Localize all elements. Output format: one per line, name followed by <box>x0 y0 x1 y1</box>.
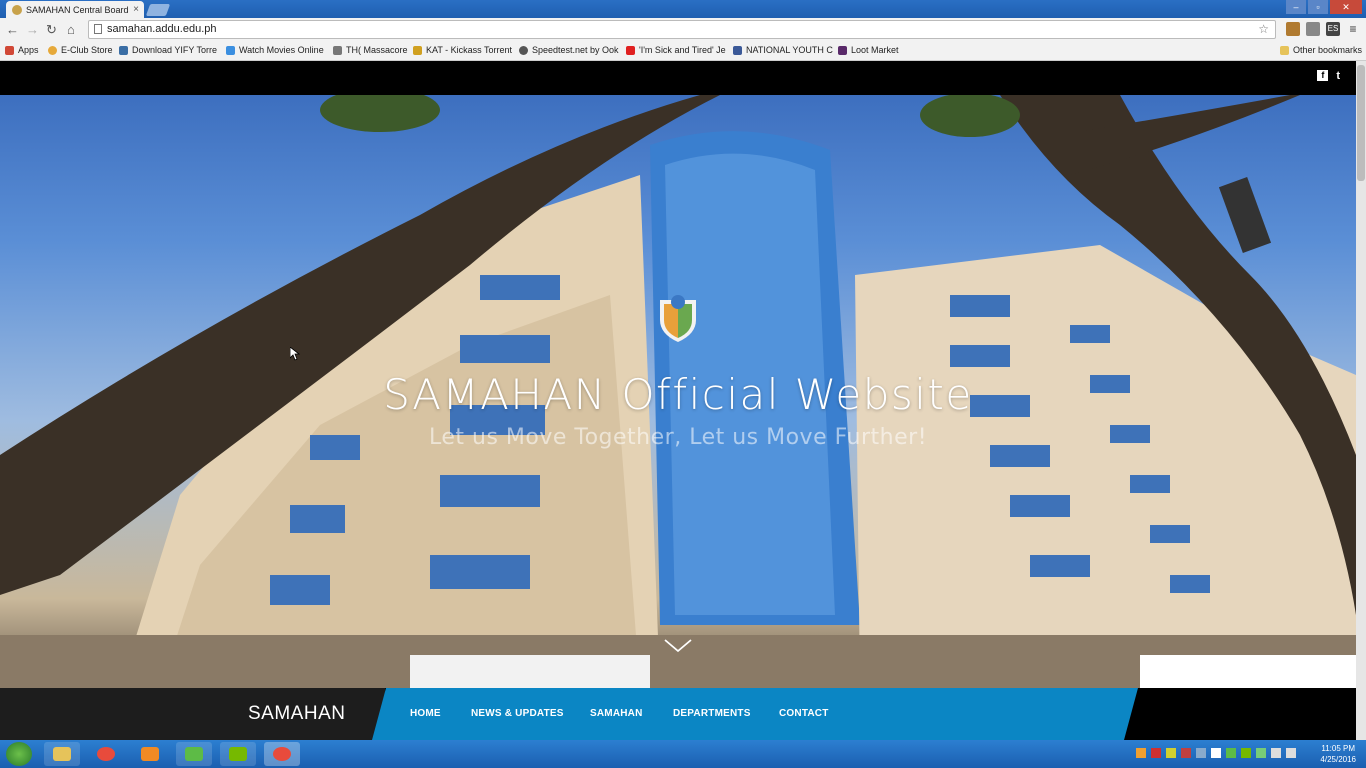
address-bar[interactable]: samahan.addu.edu.ph ☆ <box>88 20 1276 39</box>
chevron-down-icon[interactable] <box>663 638 693 654</box>
brand-box: SAMAHAN <box>0 688 385 740</box>
folder-icon <box>53 747 71 761</box>
hero-banner: SAMAHAN Official Website Let us Move Tog… <box>0 95 1356 688</box>
tray-icon[interactable] <box>1181 748 1191 758</box>
home-icon[interactable]: ⌂ <box>67 22 75 37</box>
hero-subtitle: Let us Move Together, Let us Move Furthe… <box>428 425 928 450</box>
bookmark-item[interactable]: E-Club Store <box>48 45 113 55</box>
bookmark-item[interactable]: Download YIFY Torre <box>119 45 217 55</box>
bookmark-favicon-icon <box>333 45 342 55</box>
mouse-cursor-icon <box>290 347 300 361</box>
extension-icon[interactable]: ES <box>1326 22 1340 36</box>
bookmark-favicon-icon <box>119 45 128 55</box>
bookmark-item[interactable]: Speedtest.net by Ook <box>519 45 619 55</box>
menu-icon[interactable]: ≡ <box>1346 22 1360 36</box>
minimize-button[interactable]: – <box>1286 0 1306 14</box>
taskbar-chrome[interactable] <box>88 742 124 766</box>
bookmark-item[interactable]: Watch Movies Online <box>226 45 324 55</box>
network-icon[interactable] <box>1271 748 1281 758</box>
bookmark-favicon-icon <box>519 45 528 55</box>
close-window-button[interactable]: ✕ <box>1330 0 1362 14</box>
clock-date: 4/25/2016 <box>1320 755 1356 764</box>
start-button[interactable] <box>6 742 32 766</box>
tray-icon[interactable] <box>1196 748 1206 758</box>
bookmark-item[interactable]: NATIONAL YOUTH C <box>733 45 833 55</box>
chrome-icon <box>97 747 115 761</box>
windows-taskbar: 11:05 PM 4/25/2016 <box>0 740 1366 768</box>
bookmark-item[interactable]: TH( Massacore <box>333 45 408 55</box>
tab-favicon-icon <box>12 4 22 15</box>
media-player-icon <box>141 747 159 761</box>
scrollbar-thumb[interactable] <box>1357 65 1365 181</box>
maximize-button[interactable]: ▫ <box>1308 0 1328 14</box>
extension-icon[interactable] <box>1306 22 1320 36</box>
taskbar-utorrent[interactable] <box>176 742 212 766</box>
nvidia-icon <box>229 747 247 761</box>
page-icon <box>94 24 102 34</box>
brand-logo-text[interactable]: SAMAHAN <box>248 703 345 725</box>
extension-icon[interactable] <box>1286 22 1300 36</box>
tray-icon[interactable] <box>1241 748 1251 758</box>
chrome-icon <box>273 747 291 761</box>
hero-title: SAMAHAN Official Website <box>383 370 973 419</box>
facebook-icon[interactable]: f <box>1317 70 1329 81</box>
back-icon[interactable]: ← <box>6 22 19 37</box>
tab-title: SAMAHAN Central Board <box>26 4 129 15</box>
nav-contact[interactable]: CONTACT <box>779 708 829 719</box>
tray-icon[interactable] <box>1226 748 1236 758</box>
bookmark-star-icon[interactable]: ☆ <box>1258 21 1269 38</box>
social-links: f t <box>1317 70 1340 82</box>
jeepney <box>410 655 650 688</box>
nav-menu: HOME NEWS & UPDATES SAMAHAN DEPARTMENTS … <box>372 688 1138 740</box>
nav-samahan[interactable]: SAMAHAN <box>590 708 643 719</box>
nav-news-updates[interactable]: NEWS & UPDATES <box>471 708 564 719</box>
bookmark-apps[interactable]: Apps <box>5 45 39 55</box>
utorrent-icon <box>185 747 203 761</box>
folder-icon <box>1280 45 1289 55</box>
taskbar-explorer[interactable] <box>44 742 80 766</box>
bookmark-favicon-icon <box>733 45 742 55</box>
bookmark-item[interactable]: KAT - Kickass Torrent <box>413 45 512 55</box>
bookmark-favicon-icon <box>413 45 422 55</box>
site-top-bar: f t <box>0 61 1356 95</box>
taskbar-media[interactable] <box>132 742 168 766</box>
tray-icon[interactable] <box>1166 748 1176 758</box>
taskbar-nvidia[interactable] <box>220 742 256 766</box>
bookmark-favicon-icon <box>838 45 847 55</box>
site-navbar: SAMAHAN HOME NEWS & UPDATES SAMAHAN DEPA… <box>0 688 1356 740</box>
web-page: f t SAMAHAN Official Website Let us Move… <box>0 61 1356 740</box>
twitter-icon[interactable]: t <box>1336 70 1340 82</box>
tray-icon[interactable] <box>1211 748 1221 758</box>
tray-icon[interactable] <box>1256 748 1266 758</box>
bookmarks-bar: Apps E-Club Store Download YIFY Torre Wa… <box>0 42 1366 61</box>
page-scrollbar[interactable] <box>1356 61 1366 740</box>
tray-icon[interactable] <box>1151 748 1161 758</box>
window-controls: – ▫ ✕ <box>1286 0 1362 14</box>
tray-icon[interactable] <box>1136 748 1146 758</box>
system-tray <box>1136 748 1296 758</box>
browser-tab[interactable]: SAMAHAN Central Board × <box>6 1 144 18</box>
tab-close-icon[interactable]: × <box>133 4 139 15</box>
browser-toolbar: ← → ↻ ⌂ samahan.addu.edu.ph ☆ ES ≡ <box>0 18 1366 42</box>
nav-departments[interactable]: DEPARTMENTS <box>673 708 751 719</box>
taskbar-clock[interactable]: 11:05 PM 4/25/2016 <box>1320 743 1356 765</box>
volume-icon[interactable] <box>1286 748 1296 758</box>
forward-icon[interactable]: → <box>26 22 39 37</box>
apps-icon <box>5 45 14 55</box>
browser-tab-strip: SAMAHAN Central Board × – ▫ ✕ <box>0 0 1366 18</box>
nav-home[interactable]: HOME <box>410 708 441 719</box>
taskbar-chrome-active[interactable] <box>264 742 300 766</box>
bookmark-favicon-icon <box>226 45 235 55</box>
bookmark-item[interactable]: Loot Market <box>838 45 899 55</box>
reload-icon[interactable]: ↻ <box>46 22 57 38</box>
other-bookmarks[interactable]: Other bookmarks <box>1280 45 1362 55</box>
extension-icons: ES ≡ <box>1286 22 1360 36</box>
new-tab-button[interactable] <box>145 4 171 16</box>
clock-time: 11:05 PM <box>1321 744 1356 753</box>
bookmark-favicon-icon <box>48 45 57 55</box>
bookmark-item[interactable]: 'I'm Sick and Tired' Je <box>626 45 726 55</box>
bookmark-favicon-icon <box>626 45 635 55</box>
url-text: samahan.addu.edu.ph <box>107 23 217 35</box>
